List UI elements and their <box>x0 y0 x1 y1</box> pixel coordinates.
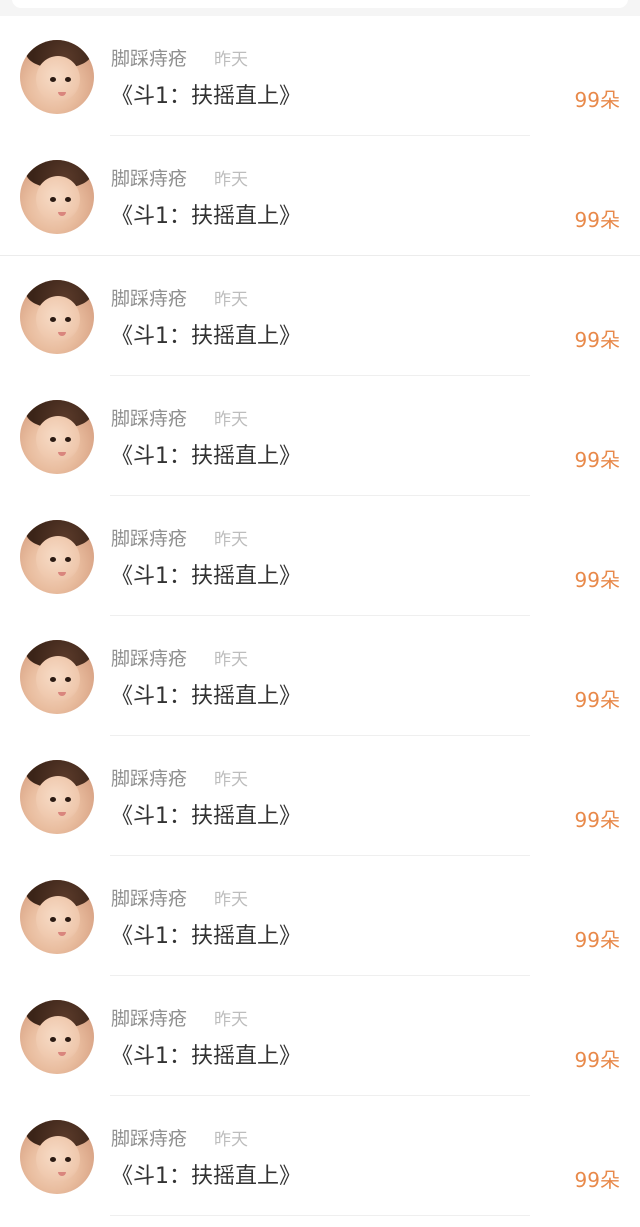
timestamp: 昨天 <box>214 890 248 910</box>
book-title: 《斗1：扶摇直上》 <box>111 84 301 109</box>
user-name: 脚踩痔疮 <box>111 168 188 190</box>
user-name: 脚踩痔疮 <box>111 768 188 790</box>
timestamp: 昨天 <box>214 410 248 430</box>
gift-count: 99朵 <box>574 568 620 592</box>
list-item[interactable]: 脚踩痔疮 昨天 《斗1：扶摇直上》 99朵 <box>0 736 640 856</box>
avatar[interactable] <box>20 1120 94 1194</box>
user-name: 脚踩痔疮 <box>111 48 188 70</box>
gift-count: 99朵 <box>574 88 620 112</box>
avatar[interactable] <box>20 160 94 234</box>
gift-count: 99朵 <box>574 328 620 352</box>
user-name: 脚踩痔疮 <box>111 1128 188 1150</box>
avatar[interactable] <box>20 400 94 474</box>
book-title: 《斗1：扶摇直上》 <box>111 444 301 469</box>
list-item[interactable]: 脚踩痔疮 昨天 《斗1：扶摇直上》 99朵 <box>0 376 640 496</box>
timestamp: 昨天 <box>214 290 248 310</box>
user-name: 脚踩痔疮 <box>111 888 188 910</box>
book-title: 《斗1：扶摇直上》 <box>111 684 301 709</box>
avatar[interactable] <box>20 40 94 114</box>
user-name: 脚踩痔疮 <box>111 408 188 430</box>
timestamp: 昨天 <box>214 170 248 190</box>
timestamp: 昨天 <box>214 650 248 670</box>
gift-count: 99朵 <box>574 808 620 832</box>
user-name: 脚踩痔疮 <box>111 288 188 310</box>
top-background <box>0 0 640 16</box>
list-item[interactable]: 脚踩痔疮 昨天 《斗1：扶摇直上》 99朵 <box>0 496 640 616</box>
timestamp: 昨天 <box>214 50 248 70</box>
avatar[interactable] <box>20 760 94 834</box>
timestamp: 昨天 <box>214 1130 248 1150</box>
user-name: 脚踩痔疮 <box>111 528 188 550</box>
book-title: 《斗1：扶摇直上》 <box>111 204 301 229</box>
book-title: 《斗1：扶摇直上》 <box>111 564 301 589</box>
user-name: 脚踩痔疮 <box>111 1008 188 1030</box>
book-title: 《斗1：扶摇直上》 <box>111 924 301 949</box>
avatar[interactable] <box>20 520 94 594</box>
user-name: 脚踩痔疮 <box>111 648 188 670</box>
list-item[interactable]: 脚踩痔疮 昨天 《斗1：扶摇直上》 99朵 <box>0 256 640 376</box>
list-item[interactable]: 脚踩痔疮 昨天 《斗1：扶摇直上》 99朵 <box>0 136 640 257</box>
book-title: 《斗1：扶摇直上》 <box>111 1044 301 1069</box>
avatar[interactable] <box>20 1000 94 1074</box>
list-item[interactable]: 脚踩痔疮 昨天 《斗1：扶摇直上》 99朵 <box>0 1096 640 1216</box>
timestamp: 昨天 <box>214 1010 248 1030</box>
list-item[interactable]: 脚踩痔疮 昨天 《斗1：扶摇直上》 99朵 <box>0 16 640 136</box>
gift-count: 99朵 <box>574 208 620 232</box>
gift-count: 99朵 <box>574 688 620 712</box>
divider <box>110 1215 530 1216</box>
list-item[interactable]: 脚踩痔疮 昨天 《斗1：扶摇直上》 99朵 <box>0 856 640 976</box>
avatar[interactable] <box>20 280 94 354</box>
book-title: 《斗1：扶摇直上》 <box>111 804 301 829</box>
book-title: 《斗1：扶摇直上》 <box>111 324 301 349</box>
avatar[interactable] <box>20 640 94 714</box>
timestamp: 昨天 <box>214 530 248 550</box>
gift-record-list: 脚踩痔疮 昨天 《斗1：扶摇直上》 99朵 脚踩痔疮 昨天 《斗1：扶摇直上》 … <box>0 16 640 1216</box>
gift-count: 99朵 <box>574 1048 620 1072</box>
avatar[interactable] <box>20 880 94 954</box>
list-item[interactable]: 脚踩痔疮 昨天 《斗1：扶摇直上》 99朵 <box>0 976 640 1096</box>
gift-count: 99朵 <box>574 1168 620 1192</box>
previous-card-edge <box>12 0 628 8</box>
gift-count: 99朵 <box>574 448 620 472</box>
book-title: 《斗1：扶摇直上》 <box>111 1164 301 1189</box>
gift-count: 99朵 <box>574 928 620 952</box>
list-item[interactable]: 脚踩痔疮 昨天 《斗1：扶摇直上》 99朵 <box>0 616 640 736</box>
timestamp: 昨天 <box>214 770 248 790</box>
